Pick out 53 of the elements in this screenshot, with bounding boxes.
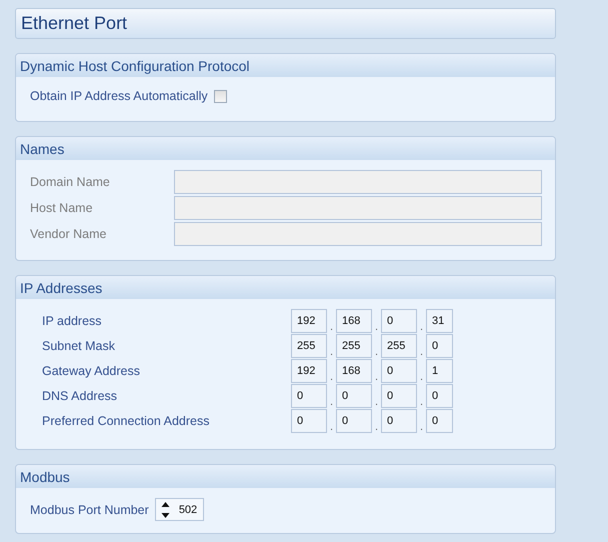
field-label: Host Name [30,201,94,215]
field-label: Gateway Address [42,364,141,378]
octet-field[interactable]: 1 [426,359,453,383]
checkbox[interactable] [214,90,227,102]
section-title: Names [20,140,64,156]
octet-field[interactable]: 0 [291,384,327,408]
field-label: Preferred Connection Address [42,414,210,428]
octet-field[interactable]: 255 [291,334,327,358]
field-label: Modbus Port Number [30,502,149,516]
octet-field[interactable]: 192 [291,359,327,383]
octet-field[interactable]: 0 [426,334,453,358]
octet-field[interactable]: 0 [336,409,372,433]
octet-field[interactable]: 168 [336,309,372,333]
octet-field[interactable]: 0 [426,409,453,433]
field-label: Domain Name [30,175,111,189]
separator-dot: . [374,346,380,358]
separator-dot: . [418,421,424,433]
octet-field[interactable]: 31 [426,309,453,333]
separator-dot: . [374,421,380,433]
field-label: DNS Address [42,389,118,403]
separator-dot: . [418,321,424,333]
number-spinner[interactable]: 502 [154,498,204,521]
spin-arrows-icon[interactable] [160,500,170,518]
octet-field[interactable]: 192 [291,309,327,333]
checkbox-label: Obtain IP Address Automatically [30,89,208,103]
octet-field[interactable]: 0 [381,409,417,433]
section-title: Modbus [20,468,70,484]
separator-dot: . [328,421,334,433]
separator-dot: . [374,321,380,333]
octet-field[interactable]: 255 [381,334,417,358]
separator-dot: . [418,371,424,383]
separator-dot: . [328,371,334,383]
octet-field[interactable]: 0 [426,384,453,408]
field-label: Vendor Name [30,227,108,241]
octet-field[interactable]: 0 [381,309,417,333]
octet-field[interactable]: 0 [381,359,417,383]
separator-dot: . [328,321,334,333]
field-label: Subnet Mask [42,339,116,353]
section-title: Dynamic Host Configuration Protocol [20,58,250,74]
separator-dot: . [374,371,380,383]
separator-dot: . [328,346,334,358]
separator-dot: . [328,396,334,408]
field-label: IP address [42,314,103,328]
octet-field[interactable]: 0 [381,384,417,408]
window-title: Ethernet Port [21,13,128,34]
octet-field[interactable]: 255 [336,334,372,358]
section-title: IP Addresses [20,280,102,296]
separator-dot: . [374,396,380,408]
octet-field[interactable]: 0 [336,384,372,408]
octet-field[interactable]: 168 [336,359,372,383]
octet-field[interactable]: 0 [291,409,327,433]
separator-dot: . [418,346,424,358]
separator-dot: . [418,396,424,408]
